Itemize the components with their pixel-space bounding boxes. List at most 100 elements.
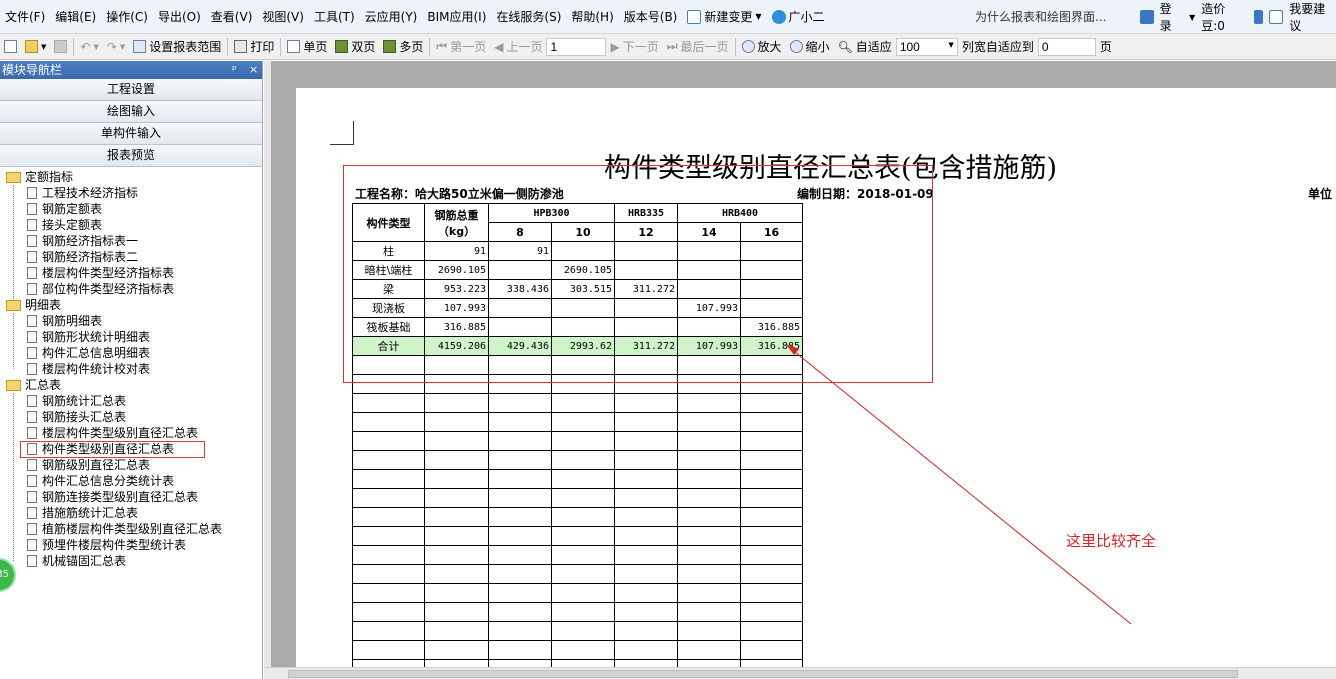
single-page-label: 单页: [303, 40, 328, 54]
undo-icon: ↶: [80, 39, 91, 54]
single-page-button[interactable]: 单页: [283, 35, 331, 59]
last-page-button[interactable]: ⏭ 最后一页: [663, 35, 733, 59]
menu-file[interactable]: 文件(F): [0, 0, 50, 34]
tree-item-label: 钢筋形状统计明细表: [42, 330, 151, 344]
promo-link[interactable]: 为什么报表和绘图界面...: [975, 0, 1125, 34]
new-change-menu[interactable]: 新建变更 ▼: [682, 0, 766, 34]
horizontal-scrollbar[interactable]: [264, 667, 1336, 679]
empty-cell: [551, 545, 615, 565]
bell-icon[interactable]: [1253, 10, 1264, 24]
tree-item[interactable]: 部位构件类型经济指标表: [0, 281, 262, 297]
toolbar-separator: [73, 37, 75, 56]
menu-export[interactable]: 导出(O): [153, 0, 206, 34]
pin-icon[interactable]: ᵖ: [232, 61, 237, 79]
print-button[interactable]: 打印: [230, 35, 278, 59]
nav-drawing-input[interactable]: 绘图输入: [0, 101, 262, 123]
empty-table-row: [352, 545, 803, 565]
suggest-button[interactable]: 我要建议: [1289, 0, 1336, 34]
tree-item-label: 接头定额表: [42, 218, 103, 232]
nav-component-input[interactable]: 单构件输入: [0, 123, 262, 145]
tree-folder-detail[interactable]: 明细表: [0, 297, 262, 313]
tree-item[interactable]: 钢筋统计汇总表: [0, 393, 262, 409]
tree-item[interactable]: 钢筋定额表: [0, 201, 262, 217]
tree-item-label: 工程技术经济指标: [42, 186, 139, 200]
tree-folder-label: 汇总表: [25, 378, 62, 392]
tree-item-label: 构件汇总信息明细表: [42, 346, 151, 360]
menu-help[interactable]: 帮助(H): [566, 0, 618, 34]
tree-folder-summary[interactable]: 汇总表: [0, 377, 262, 393]
tree-item[interactable]: 机械锚固汇总表: [0, 553, 262, 569]
splitter[interactable]: [264, 61, 271, 667]
tree-item[interactable]: 接头定额表: [0, 217, 262, 233]
nav-report-preview[interactable]: 报表预览: [0, 145, 262, 167]
fit-button[interactable]: 🔍︎ 自适应: [834, 35, 896, 59]
tree-item-selected[interactable]: 构件类型级别直径汇总表: [0, 441, 262, 458]
redo-button[interactable]: ↷ ▼: [103, 35, 129, 59]
next-page-button[interactable]: ▶ 下一页: [606, 35, 662, 59]
tree-folder-quota[interactable]: 定额指标: [0, 169, 262, 185]
menu-view-look[interactable]: 查看(V): [206, 0, 258, 34]
menu-tools[interactable]: 工具(T): [309, 0, 360, 34]
col-fit-input[interactable]: [1037, 37, 1096, 56]
tree-item-label: 机械锚固汇总表: [42, 554, 127, 568]
tree-item[interactable]: 楼层构件类型级别直径汇总表: [0, 425, 262, 441]
menu-online[interactable]: 在线服务(S): [491, 0, 566, 34]
chevron-down-icon: ▼: [755, 11, 762, 21]
tree-item[interactable]: 预埋件楼层构件类型统计表: [0, 537, 262, 553]
guangxiaoer-menu[interactable]: 广小二: [767, 0, 830, 34]
new-file-button[interactable]: [0, 35, 21, 59]
tree-item[interactable]: 楼层构件统计校对表: [0, 361, 262, 377]
empty-cell: [740, 393, 803, 413]
col-fit-button[interactable]: 列宽自适应到: [958, 35, 1038, 59]
menu-edit[interactable]: 编辑(E): [50, 0, 101, 34]
close-icon[interactable]: ×: [249, 61, 258, 79]
menu-cloud[interactable]: 云应用(Y): [360, 0, 423, 34]
empty-cell: [614, 621, 678, 641]
zoom-in-button[interactable]: 放大: [738, 35, 786, 59]
menu-operation[interactable]: 操作(C): [101, 0, 153, 34]
chevron-down-icon: ▼: [1189, 12, 1196, 22]
menu-bim[interactable]: BIM应用(I): [422, 0, 491, 34]
tree-item[interactable]: 钢筋经济指标表二: [0, 249, 262, 265]
zoom-in-label: 放大: [757, 40, 782, 54]
undo-button[interactable]: ↶ ▼: [76, 35, 102, 59]
login-button[interactable]: 登录: [1160, 0, 1183, 34]
empty-cell: [677, 431, 741, 451]
tree-item-label: 构件汇总信息分类统计表: [42, 474, 175, 488]
tree-item[interactable]: 钢筋接头汇总表: [0, 409, 262, 425]
zoom-out-button[interactable]: 缩小: [786, 35, 834, 59]
menu-view[interactable]: 视图(V): [257, 0, 309, 34]
prev-page-button[interactable]: ◀ 上一页: [490, 35, 546, 59]
tree-item[interactable]: 钢筋级别直径汇总表: [0, 457, 262, 473]
set-range-button[interactable]: 设置报表范围: [129, 35, 225, 59]
tree-item[interactable]: 工程技术经济指标: [0, 185, 262, 201]
tree-item[interactable]: 植筋楼层构件类型级别直径汇总表: [0, 521, 262, 537]
multi-page-button[interactable]: 多页: [379, 35, 427, 59]
empty-cell: [352, 450, 425, 470]
range-icon: [133, 40, 147, 53]
double-page-button[interactable]: 双页: [331, 35, 379, 59]
menu-version[interactable]: 版本号(B): [619, 0, 683, 34]
toolbar-separator: [227, 37, 229, 56]
scrollbar-thumb[interactable]: [288, 670, 1238, 678]
tree-item[interactable]: 楼层构件类型经济指标表: [0, 265, 262, 281]
page-number-input[interactable]: [546, 37, 607, 56]
open-button[interactable]: ▼: [21, 35, 50, 59]
first-page-button[interactable]: ⏮ 第一页: [432, 35, 490, 59]
tree-item[interactable]: 构件汇总信息明细表: [0, 345, 262, 361]
tree-item[interactable]: 钢筋连接类型级别直径汇总表: [0, 489, 262, 505]
empty-cell: [614, 526, 678, 546]
empty-table-row: [352, 450, 803, 470]
single-page-icon: [287, 40, 301, 53]
tree-item[interactable]: 措施筋统计汇总表: [0, 505, 262, 521]
tree-item[interactable]: 钢筋明细表: [0, 313, 262, 329]
tree-item[interactable]: 钢筋形状统计明细表: [0, 329, 262, 345]
empty-table-row: [352, 583, 803, 603]
empty-table-row: [352, 564, 803, 584]
folder-icon: [6, 379, 21, 391]
zoom-select[interactable]: ▼: [895, 37, 958, 56]
save-button[interactable]: [50, 35, 71, 59]
tree-item[interactable]: 构件汇总信息分类统计表: [0, 473, 262, 489]
tree-item[interactable]: 钢筋经济指标表一: [0, 233, 262, 249]
nav-project-settings[interactable]: 工程设置: [0, 79, 262, 101]
